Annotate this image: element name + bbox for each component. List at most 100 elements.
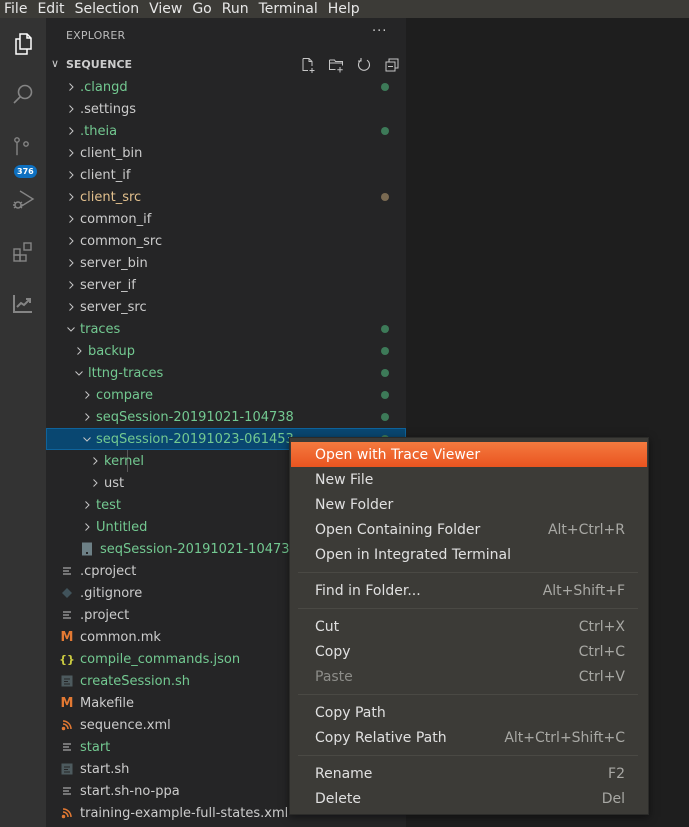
chevron-right-icon[interactable] [81,406,93,428]
menu-item-label: Cut [315,618,340,635]
menu-go[interactable]: Go [187,0,216,18]
collapse-all-icon[interactable] [382,55,402,75]
menu-item-label: Paste [315,668,353,685]
chevron-right-icon[interactable] [81,384,93,406]
tree-item-label: client_src [80,189,142,205]
menu-item-open-in-integrated-terminal[interactable]: Open in Integrated Terminal [291,542,647,567]
tree-folder[interactable]: lttng-traces [46,362,406,384]
chevron-right-icon[interactable] [65,164,77,186]
tree-item-label: sequence.xml [80,717,171,733]
chevron-right-icon[interactable] [65,296,77,318]
tree-folder[interactable]: .settings [46,98,406,120]
menu-item-copy[interactable]: Copy Ctrl+C [291,639,647,664]
chevron-right-icon[interactable] [81,494,93,516]
menu-item-new-file[interactable]: New File [291,467,647,492]
tree-folder[interactable]: .clangd [46,76,406,98]
source-control-icon[interactable] [0,126,46,170]
zip-icon [80,538,94,560]
tree-item-label: common.mk [80,629,161,645]
extensions-icon[interactable] [0,230,46,274]
menu-view[interactable]: View [144,0,187,18]
menu-item-shortcut: Ctrl+C [578,643,625,660]
tree-folder[interactable]: seqSession-20191021-104738 [46,406,406,428]
tree-folder[interactable]: common_if [46,208,406,230]
trace-viewer-icon[interactable] [0,281,46,325]
tree-item-label: server_if [80,277,136,293]
chevron-right-icon[interactable] [89,472,101,494]
menu-bar: File Edit Selection View Go Run Terminal… [0,0,689,18]
refresh-icon[interactable] [354,55,374,75]
new-folder-icon[interactable] [326,55,346,75]
menu-item-cut[interactable]: Cut Ctrl+X [291,614,647,639]
tree-folder[interactable]: server_bin [46,252,406,274]
explorer-icon[interactable] [0,22,46,66]
tree-item-label: client_bin [80,145,143,161]
menu-item-label: Rename [315,765,373,782]
tree-item-label: .clangd [80,79,128,95]
chevron-down-icon: ∨ [51,57,60,70]
makefile-icon: M [60,695,74,711]
git-status-dot [381,325,389,333]
tree-item-label: .gitignore [80,585,143,601]
chevron-right-icon[interactable] [65,76,77,98]
section-header[interactable]: ∨ SEQUENCE [46,54,406,76]
chevron-right-icon[interactable] [81,516,93,538]
git-status-dot [381,347,389,355]
tree-item-label: Makefile [80,695,135,711]
chevron-right-icon[interactable] [89,450,101,472]
menu-file[interactable]: File [0,0,32,18]
chevron-down-icon[interactable] [81,428,93,450]
menu-item-label: Open with Trace Viewer [315,446,481,463]
chevron-down-icon[interactable] [73,362,85,384]
menu-run[interactable]: Run [217,0,254,18]
git-status-dot [381,193,389,201]
chevron-right-icon[interactable] [65,252,77,274]
chevron-right-icon[interactable] [65,208,77,230]
tree-item-label: start [80,739,111,755]
more-actions-button[interactable]: ··· [372,24,387,39]
run-debug-icon[interactable] [0,178,46,222]
tree-folder[interactable]: client_src [46,186,406,208]
menu-item-new-folder[interactable]: New Folder [291,492,647,517]
tree-item-label: common_if [80,211,152,227]
menu-item-copy-relative-path[interactable]: Copy Relative Path Alt+Ctrl+Shift+C [291,725,647,750]
chevron-right-icon[interactable] [65,230,77,252]
tree-folder[interactable]: server_src [46,296,406,318]
new-file-icon[interactable] [298,55,318,75]
chevron-right-icon[interactable] [65,142,77,164]
tree-folder[interactable]: compare [46,384,406,406]
tree-folder[interactable]: traces [46,318,406,340]
tree-item-label: start.sh [80,761,130,777]
menu-item-delete[interactable]: Delete Del [291,786,647,811]
menu-item-label: Open in Integrated Terminal [315,546,511,563]
menu-selection[interactable]: Selection [70,0,145,18]
chevron-right-icon[interactable] [65,120,77,142]
menu-item-open-with-trace-viewer[interactable]: Open with Trace Viewer [291,442,647,467]
tree-folder[interactable]: .theia [46,120,406,142]
menu-edit[interactable]: Edit [32,0,69,18]
tree-folder[interactable]: client_if [46,164,406,186]
makefile-icon: M [60,629,74,645]
chevron-right-icon[interactable] [65,186,77,208]
menu-item-find-in-folder[interactable]: Find in Folder... Alt+Shift+F [291,578,647,603]
tree-folder[interactable]: server_if [46,274,406,296]
menu-item-shortcut: Alt+Shift+F [542,582,625,599]
tree-folder[interactable]: common_src [46,230,406,252]
chevron-right-icon[interactable] [73,340,85,362]
menu-item-rename[interactable]: Rename F2 [291,761,647,786]
chevron-down-icon[interactable] [65,318,77,340]
search-icon[interactable] [0,72,46,116]
menu-item-open-containing-folder[interactable]: Open Containing Folder Alt+Ctrl+R [291,517,647,542]
tree-item-label: seqSession-20191023-061453 [96,431,294,447]
chevron-right-icon[interactable] [65,274,77,296]
menu-item-copy-path[interactable]: Copy Path [291,700,647,725]
menu-terminal[interactable]: Terminal [254,0,323,18]
menu-item-paste: Paste Ctrl+V [291,664,647,689]
menu-help[interactable]: Help [323,0,365,18]
chevron-right-icon[interactable] [65,98,77,120]
tree-item-label: kernel [104,453,145,469]
tree-folder[interactable]: backup [46,340,406,362]
tree-item-label: .project [80,607,130,623]
tree-item-label: createSession.sh [80,673,191,689]
tree-folder[interactable]: client_bin [46,142,406,164]
